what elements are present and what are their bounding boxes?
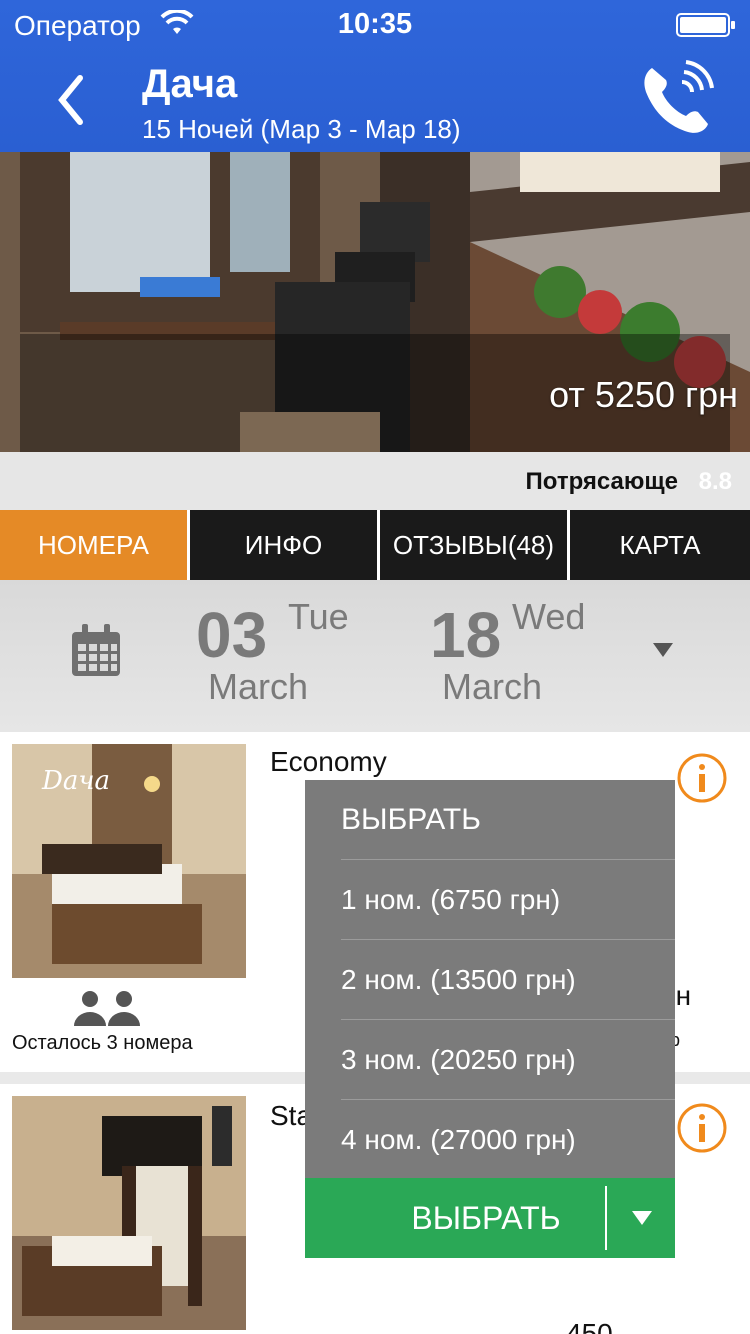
guests-icon: [74, 991, 140, 1026]
photo-logo: Dача: [41, 766, 110, 796]
page-title: Дача: [142, 62, 238, 106]
tab-rooms[interactable]: НОМЕРА: [0, 510, 187, 580]
back-chevron-icon[interactable]: [50, 70, 90, 130]
rating-row: Потрясающе 8.8: [0, 452, 750, 510]
info-icon[interactable]: [676, 1102, 728, 1154]
dropdown-option[interactable]: 1 ном. (6750 грн): [341, 860, 675, 940]
phone-call-icon[interactable]: [638, 60, 716, 138]
info-icon[interactable]: [676, 752, 728, 804]
checkout-weekday: Wed: [512, 596, 586, 637]
select-divider: [605, 1186, 607, 1250]
status-bar: Оператор 10:35: [0, 0, 750, 50]
dropdown-header[interactable]: ВЫБРАТЬ: [341, 780, 675, 860]
tab-bar: НОМЕРА ИНФО ОТЗЫВЫ(48) КАРТА: [0, 510, 750, 580]
tab-info[interactable]: ИНФО: [190, 510, 377, 580]
chevron-down-icon[interactable]: [631, 1210, 653, 1226]
status-time: 10:35: [337, 8, 413, 40]
checkin-weekday: Tue: [288, 596, 349, 637]
dropdown-option[interactable]: 3 ном. (20250 грн): [341, 1020, 675, 1100]
battery-icon: [676, 13, 735, 37]
select-button-label: ВЫБРАТЬ: [411, 1199, 561, 1236]
tab-map[interactable]: КАРТА: [570, 510, 750, 580]
room-name: Economy: [270, 746, 387, 777]
room-price-partial: 450: [566, 1318, 613, 1334]
stay-dates-subtitle: 15 Ночей (Мар 3 - Мар 18): [142, 114, 461, 144]
chevron-down-icon[interactable]: [652, 642, 674, 658]
room-photo-illustration: [12, 1096, 246, 1330]
rating-label: Потрясающе: [525, 468, 679, 495]
rating-score: 8.8: [698, 468, 732, 495]
room-quantity-dropdown: ВЫБРАТЬ 1 ном. (6750 грн) 2 ном. (13500 …: [305, 780, 675, 1178]
select-room-button[interactable]: ВЫБРАТЬ: [305, 1178, 675, 1258]
dropdown-option[interactable]: 2 ном. (13500 грн): [341, 940, 675, 1020]
tab-reviews[interactable]: ОТЗЫВЫ(48): [380, 510, 567, 580]
room-photo[interactable]: Dача: [12, 744, 246, 978]
checkin-month: March: [208, 666, 309, 707]
date-selector[interactable]: 03 Tue March 18 Wed March: [0, 580, 750, 732]
checkout-day: 18: [430, 599, 502, 671]
checkin-day: 03: [196, 599, 268, 671]
room-photo-illustration: Dача: [12, 744, 246, 978]
hero-price: от 5250 грн: [549, 374, 738, 415]
checkout-month: March: [442, 666, 543, 707]
room-photo[interactable]: [12, 1096, 246, 1330]
rooms-left-text: Осталось 3 номера: [12, 1032, 193, 1054]
calendar-icon: [72, 624, 120, 676]
dropdown-option[interactable]: 4 ном. (27000 грн): [341, 1100, 675, 1180]
top-bar: Оператор 10:35 Дача 15 Ночей (Мар 3 - Ма…: [0, 0, 750, 152]
hotel-hero-image[interactable]: от 5250 грн: [0, 152, 750, 452]
